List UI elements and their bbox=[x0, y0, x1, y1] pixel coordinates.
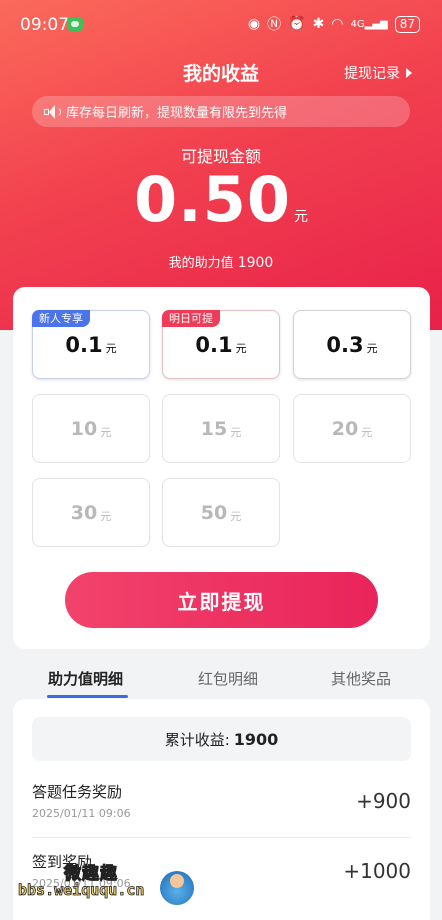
option-tag: 新人专享 bbox=[32, 310, 90, 327]
status-time: 09:07 bbox=[20, 15, 69, 35]
option-unit: 元 bbox=[100, 509, 112, 523]
record-title: 答题任务奖励 bbox=[32, 783, 123, 801]
withdraw-now-button[interactable]: 立即提现 bbox=[65, 572, 378, 628]
option-value: 0.3 bbox=[326, 332, 364, 357]
option-20[interactable]: 20 元 bbox=[293, 394, 411, 463]
option-unit: 元 bbox=[105, 341, 117, 355]
eye-icon: ◉ bbox=[247, 16, 261, 32]
withdraw-card: 新人专享 0.1 元 明日可提 0.1 元 0.3 元 10 元 15 元 20 元 30 元… bbox=[13, 287, 430, 649]
status-icons: ◉ Ⓝ ⏰ ✱ ◠ 4G▂▄▆ 87 bbox=[248, 14, 420, 34]
option-value: 20 bbox=[331, 417, 359, 440]
nfc-icon: Ⓝ bbox=[267, 17, 282, 33]
divider bbox=[32, 837, 411, 838]
help-value-label: 我的助力值 bbox=[168, 256, 234, 271]
list-item: 答题任务奖励 2025/01/11 09:06 +900 bbox=[32, 769, 411, 835]
wechat-icon bbox=[67, 17, 83, 31]
bluetooth-icon: ✱ bbox=[312, 16, 325, 32]
option-50[interactable]: 50 元 bbox=[162, 478, 280, 547]
help-value: 我的助力值 1900 bbox=[0, 252, 442, 271]
option-value: 0.1 bbox=[195, 332, 233, 357]
option-value: 0.1 bbox=[65, 332, 103, 357]
withdraw-record-link[interactable]: 提现记录 bbox=[344, 63, 412, 83]
balance-amount-group: 0.50 元 bbox=[0, 163, 442, 236]
chevron-right-icon bbox=[406, 68, 412, 78]
signal-icon: 4G▂▄▆ bbox=[350, 18, 388, 30]
record-amount: +1000 bbox=[343, 859, 411, 883]
tab-help-value-detail[interactable]: 助力值明细 bbox=[48, 668, 123, 689]
option-0-1-tomorrow[interactable]: 明日可提 0.1 元 bbox=[162, 310, 280, 379]
watermark-url: bbs.weiququ.cn bbox=[18, 881, 145, 900]
active-tab-indicator bbox=[47, 695, 128, 698]
option-0-3[interactable]: 0.3 元 bbox=[293, 310, 411, 379]
help-value-number: 1900 bbox=[237, 255, 274, 271]
tab-other-prizes[interactable]: 其他奖品 bbox=[331, 668, 391, 689]
option-tag: 明日可提 bbox=[162, 310, 220, 327]
option-value: 15 bbox=[200, 417, 228, 440]
option-unit: 元 bbox=[230, 509, 242, 523]
watermark: 微趣趣 bbs.weiququ.cn bbox=[18, 855, 198, 915]
option-30[interactable]: 30 元 bbox=[32, 478, 150, 547]
status-bar: 09:07 ◉ Ⓝ ⏰ ✱ ◠ 4G▂▄▆ 87 bbox=[0, 0, 442, 50]
option-0-1-newcomer[interactable]: 新人专享 0.1 元 bbox=[32, 310, 150, 379]
notice-bar: 库存每日刷新，提现数量有限先到先得 bbox=[32, 96, 410, 127]
option-10[interactable]: 10 元 bbox=[32, 394, 150, 463]
option-unit: 元 bbox=[361, 425, 373, 439]
withdraw-record-label: 提现记录 bbox=[344, 66, 400, 82]
record-amount: +900 bbox=[356, 789, 411, 813]
notice-text: 库存每日刷新，提现数量有限先到先得 bbox=[66, 106, 288, 121]
wifi-icon: ◠ bbox=[331, 16, 344, 32]
detail-tabs: 助力值明细 红包明细 其他奖品 bbox=[0, 665, 442, 699]
balance-amount: 0.50 bbox=[134, 163, 291, 236]
total-earnings-bar: 累计收益: 1900 bbox=[32, 717, 411, 761]
watermark-logo-icon bbox=[160, 871, 194, 905]
option-15[interactable]: 15 元 bbox=[162, 394, 280, 463]
total-earnings-value: 1900 bbox=[233, 729, 279, 749]
total-earnings-label: 累计收益: bbox=[164, 730, 230, 749]
option-value: 50 bbox=[200, 501, 228, 524]
battery-icon: 87 bbox=[394, 15, 420, 33]
speaker-icon bbox=[44, 104, 61, 119]
option-unit: 元 bbox=[235, 341, 247, 355]
option-unit: 元 bbox=[366, 341, 378, 355]
tab-red-packet-detail[interactable]: 红包明细 bbox=[198, 668, 258, 689]
option-value: 30 bbox=[70, 501, 98, 524]
balance-unit: 元 bbox=[293, 209, 308, 225]
alarm-icon: ⏰ bbox=[288, 16, 306, 32]
option-unit: 元 bbox=[100, 425, 112, 439]
record-date: 2025/01/11 09:06 bbox=[32, 807, 131, 820]
option-unit: 元 bbox=[230, 425, 242, 439]
option-value: 10 bbox=[70, 417, 98, 440]
